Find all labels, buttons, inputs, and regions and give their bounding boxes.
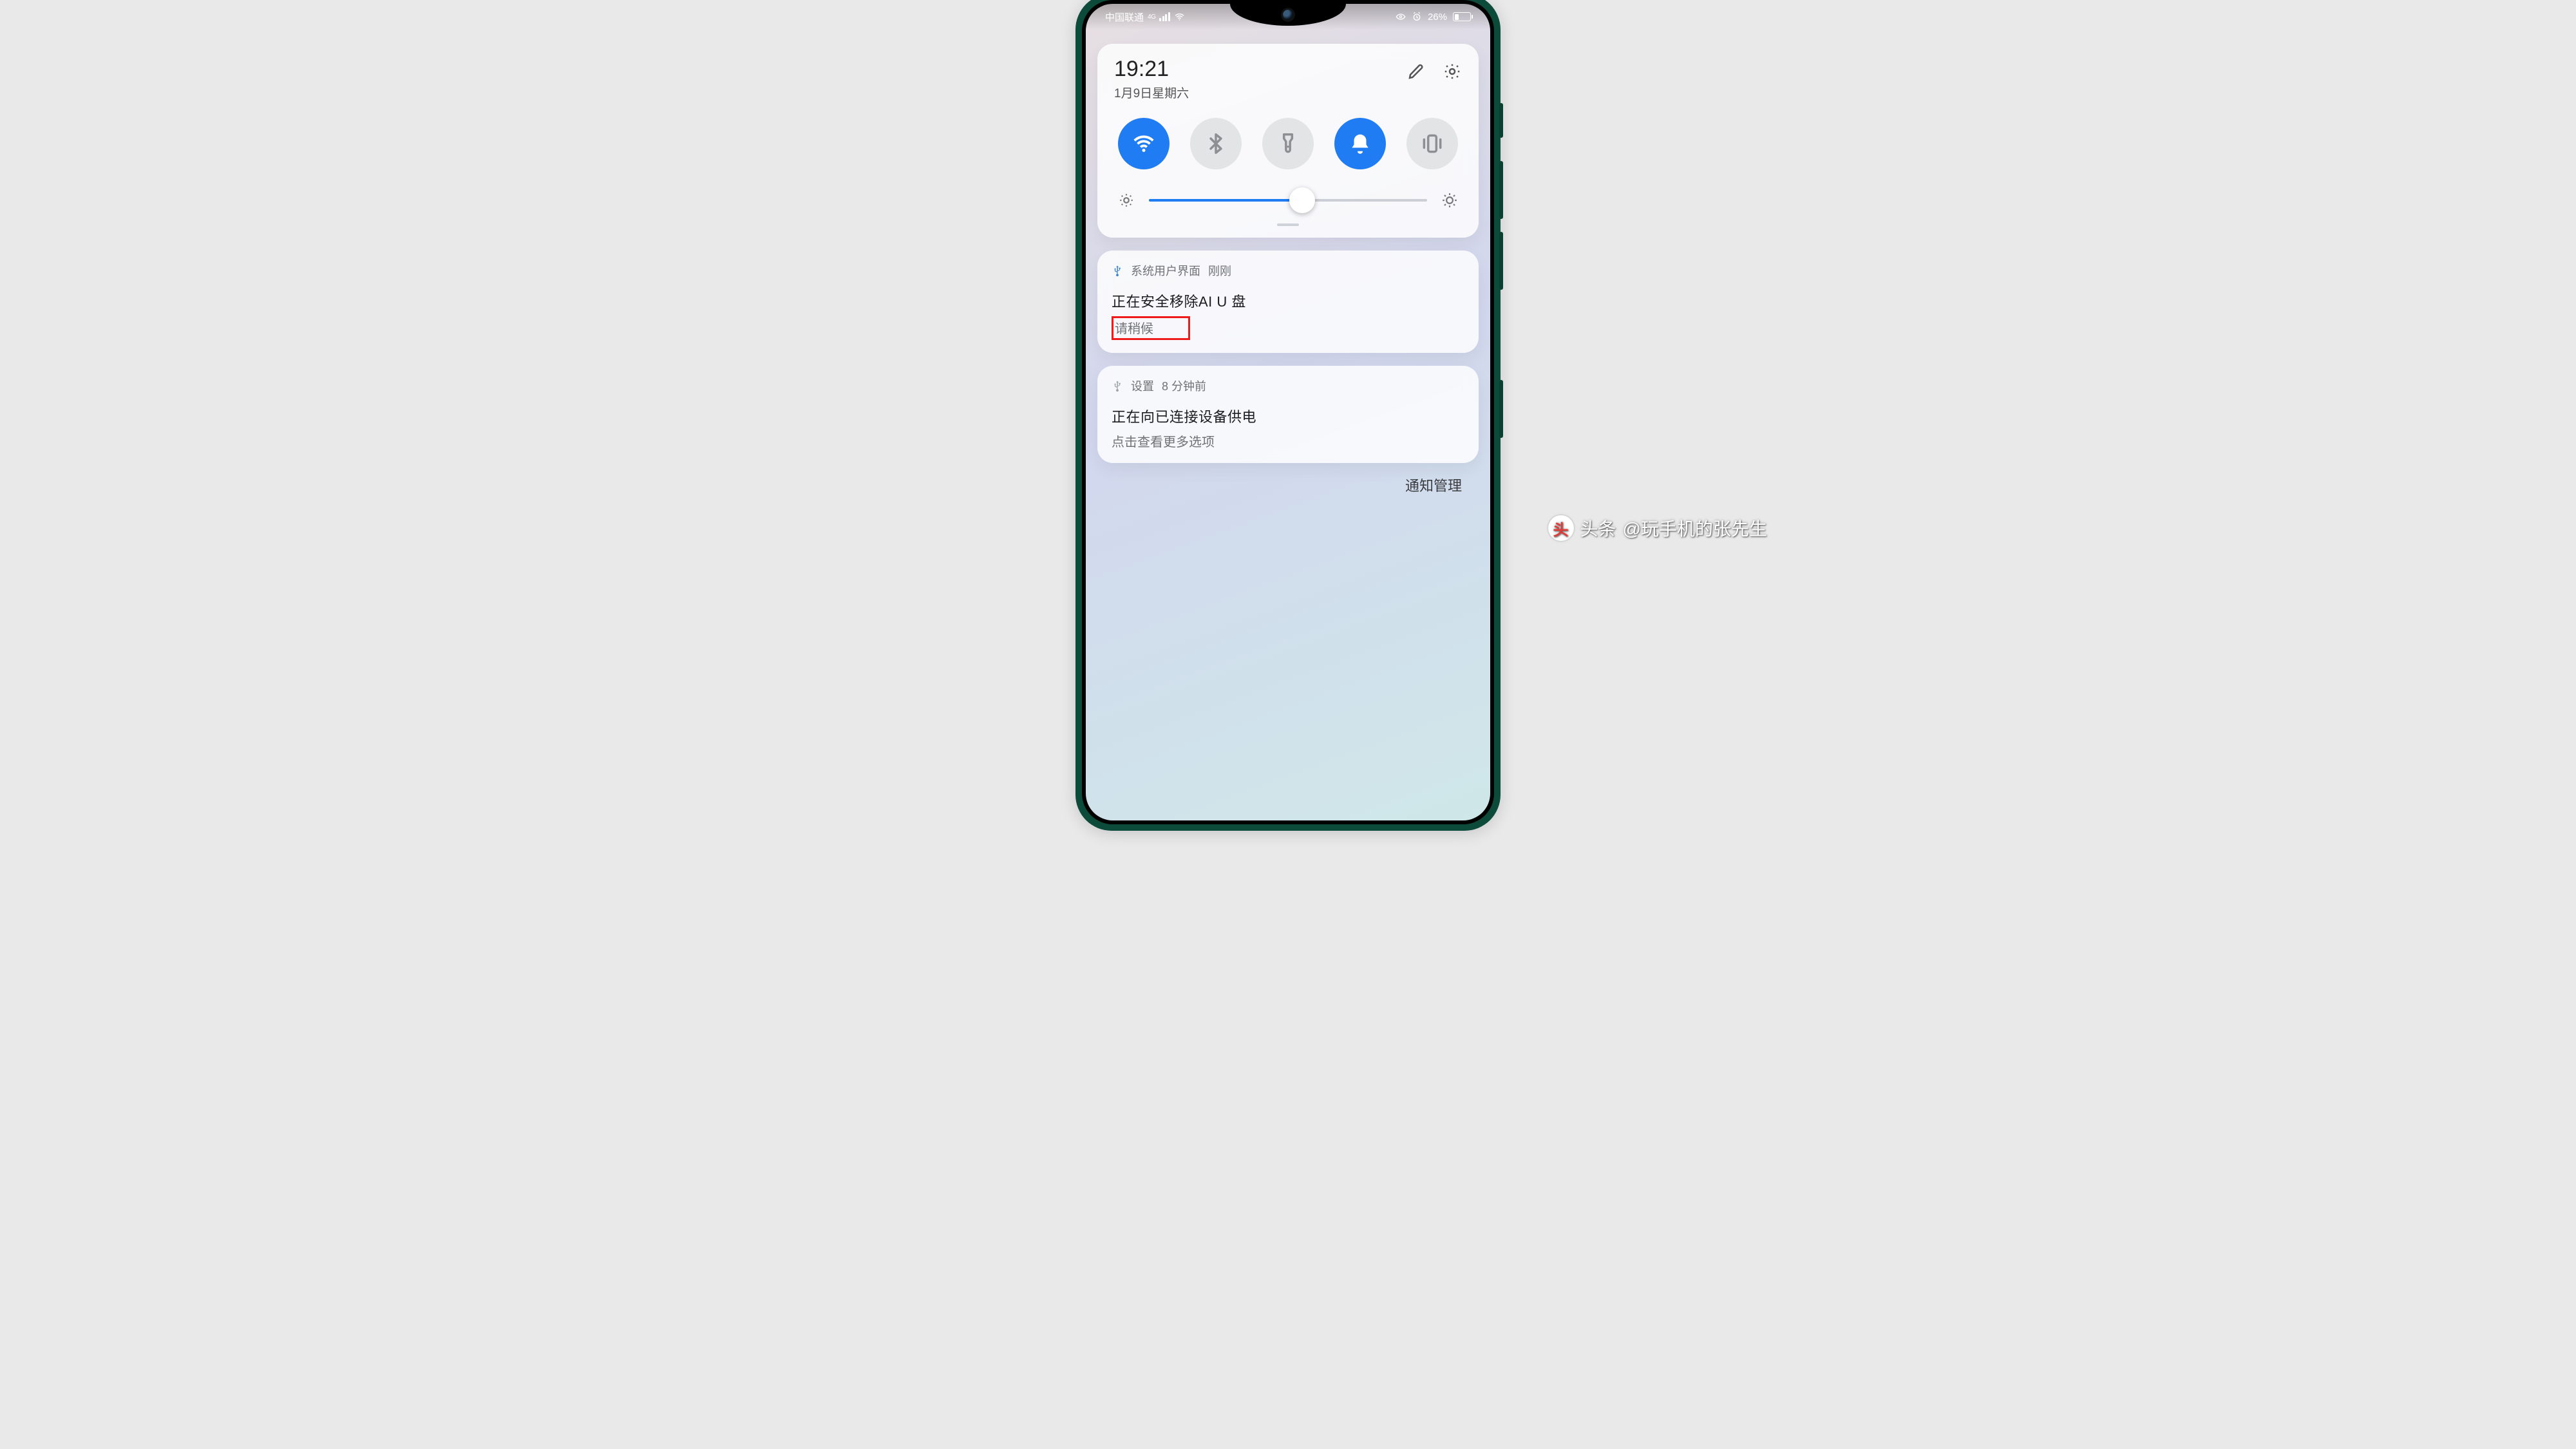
notification-subtitle: 点击查看更多选项 [1112,431,1464,450]
qs-date: 1月9日星期六 [1114,84,1189,101]
gear-icon[interactable] [1443,62,1462,81]
notification-time: 刚刚 [1208,262,1231,279]
battery-percent: 26% [1428,12,1447,23]
battery-icon [1453,12,1471,21]
side-button [1499,232,1503,290]
toggle-vibrate[interactable] [1406,118,1458,169]
watermark: 头 头条 @玩手机的张先生 [1548,515,1767,541]
toggle-wifi[interactable] [1118,118,1170,169]
notification-app: 系统用户界面 [1131,262,1200,279]
toggle-notifications[interactable] [1334,118,1386,169]
wifi-icon [1174,12,1185,23]
qs-time: 19:21 [1114,58,1189,80]
notification-card[interactable]: 系统用户界面 刚刚 正在安全移除AI U 盘 请稍候 [1097,251,1479,353]
eye-icon [1396,12,1406,22]
highlight-box: 请稍候 [1112,316,1190,340]
watermark-prefix: 头条 [1580,515,1616,541]
side-button [1499,380,1503,438]
usb-icon [1112,380,1123,392]
brightness-low-icon [1118,192,1135,209]
notification-time: 8 分钟前 [1162,377,1206,394]
brightness-high-icon [1441,192,1458,209]
notification-subtitle: 请稍候 [1112,316,1464,340]
notification-title: 正在向已连接设备供电 [1112,406,1464,426]
watermark-logo: 头 [1548,515,1574,541]
side-button [1499,161,1503,219]
network-badge: 4G [1148,14,1155,21]
drag-handle[interactable] [1277,223,1299,226]
notification-manage-link[interactable]: 通知管理 [1097,463,1479,495]
phone-frame: 中国联通 4G 26% [1075,0,1501,831]
notification-app: 设置 [1131,377,1154,394]
notification-card[interactable]: 设置 8 分钟前 正在向已连接设备供电 点击查看更多选项 [1097,366,1479,463]
carrier-label: 中国联通 [1105,10,1144,24]
edit-icon[interactable] [1406,62,1426,81]
brightness-slider[interactable] [1149,189,1427,212]
toggle-bluetooth[interactable] [1190,118,1242,169]
watermark-handle: @玩手机的张先生 [1623,515,1767,541]
brightness-thumb[interactable] [1289,187,1315,213]
side-button [1499,103,1503,138]
usb-icon [1112,265,1123,276]
signal-icon [1159,12,1170,21]
toggle-flashlight[interactable] [1262,118,1314,169]
notification-title: 正在安全移除AI U 盘 [1112,290,1464,311]
screen: 中国联通 4G 26% [1086,4,1490,820]
quick-settings-panel: 19:21 1月9日星期六 [1097,44,1479,238]
alarm-icon [1412,12,1422,22]
